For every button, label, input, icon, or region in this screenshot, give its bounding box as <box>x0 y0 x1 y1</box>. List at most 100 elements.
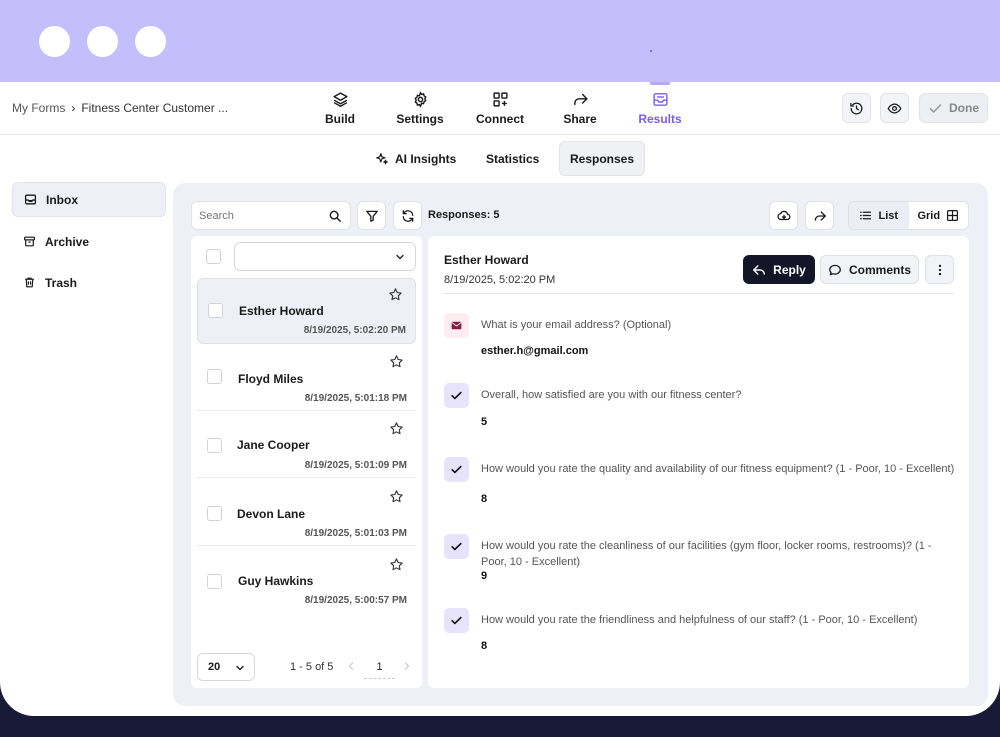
star-icon[interactable] <box>389 557 404 572</box>
star-icon[interactable] <box>389 354 404 369</box>
search-input[interactable] <box>199 209 319 222</box>
row-checkbox[interactable] <box>207 574 222 589</box>
tab-statistics-label: Statistics <box>486 151 540 166</box>
check-icon <box>451 616 462 625</box>
response-name: Floyd Miles <box>238 372 304 386</box>
comments-button[interactable]: Comments <box>820 255 919 284</box>
archive-icon <box>24 236 35 247</box>
response-date: 8/19/2025, 5:01:03 PM <box>304 528 407 539</box>
window-dot-close[interactable] <box>39 26 70 57</box>
question-text: What is your email address? (Optional) <box>481 319 672 331</box>
more-options-button[interactable] <box>925 255 954 284</box>
tab-responses-label: Responses <box>570 151 635 166</box>
list-item[interactable]: Guy Hawkins 8/19/2025, 5:00:57 PM <box>197 548 416 614</box>
detail-name: Esther Howard <box>444 253 529 267</box>
star-icon[interactable] <box>388 287 403 302</box>
view-list-button[interactable]: List <box>849 202 909 229</box>
list-item[interactable]: Devon Lane 8/19/2025, 5:01:03 PM <box>197 480 416 546</box>
history-button[interactable] <box>842 93 871 123</box>
nav-connect[interactable]: Connect <box>460 82 540 135</box>
trash-icon <box>25 277 34 288</box>
detail-date: 8/19/2025, 5:02:20 PM <box>444 274 556 286</box>
detail-divider <box>444 293 954 294</box>
view-grid-button[interactable]: Grid <box>909 202 969 229</box>
star-icon[interactable] <box>389 421 404 436</box>
nav-active-indicator <box>650 82 670 85</box>
page-size-select[interactable]: 20 <box>197 653 255 681</box>
response-date: 8/19/2025, 5:01:18 PM <box>304 393 407 404</box>
nav-settings[interactable]: Settings <box>380 82 460 135</box>
refresh-button[interactable] <box>393 201 422 230</box>
tab-statistics[interactable]: Statistics <box>475 141 550 176</box>
chevron-right-icon[interactable] <box>401 660 413 672</box>
row-checkbox[interactable] <box>207 369 222 384</box>
checkmark-icon <box>929 103 942 113</box>
question-text: Overall, how satisfied are you with our … <box>481 389 742 401</box>
nav-build[interactable]: Build <box>300 82 380 135</box>
question-text: How would you rate the quality and avail… <box>481 463 955 475</box>
done-button[interactable]: Done <box>919 93 988 123</box>
reply-label: Reply <box>773 262 806 277</box>
view-toggle: List Grid <box>848 201 969 230</box>
search-icon[interactable] <box>328 209 342 223</box>
nav-share[interactable]: Share <box>540 82 620 135</box>
results-subtabs: AI Insights Statistics Responses <box>0 141 1000 177</box>
list-item[interactable]: Floyd Miles 8/19/2025, 5:01:18 PM <box>197 345 416 411</box>
page-range: 1 - 5 of 5 <box>290 661 334 673</box>
reply-button[interactable]: Reply <box>743 255 815 284</box>
responses-count: Responses: 5 <box>428 209 500 221</box>
breadcrumb: My Forms › Fitness Center Customer ... <box>12 101 228 115</box>
row-checkbox[interactable] <box>207 438 222 453</box>
select-all-checkbox[interactable] <box>206 249 221 264</box>
breadcrumb-root[interactable]: My Forms <box>12 101 65 115</box>
forward-button[interactable] <box>805 201 834 230</box>
list-item[interactable]: Esther Howard 8/19/2025, 5:02:20 PM <box>197 278 416 344</box>
download-button[interactable] <box>769 201 798 230</box>
tab-ai-insights-label: AI Insights <box>395 151 457 166</box>
window-dot-maximize[interactable] <box>135 26 166 57</box>
breadcrumb-separator: › <box>71 101 76 115</box>
layers-icon <box>332 92 348 107</box>
inbox-icon <box>24 194 37 205</box>
grid-icon <box>947 210 959 221</box>
check-icon <box>451 465 462 474</box>
nav-settings-label: Settings <box>396 112 444 126</box>
nav-share-label: Share <box>563 112 597 126</box>
question-type-badge <box>444 383 469 408</box>
list-item[interactable]: Jane Cooper 8/19/2025, 5:01:09 PM <box>197 412 416 478</box>
sidebar-item-inbox[interactable]: Inbox <box>12 182 166 217</box>
nav-connect-label: Connect <box>476 112 524 126</box>
top-bar: My Forms › Fitness Center Customer ... B… <box>0 82 1000 135</box>
nav-build-label: Build <box>325 112 355 126</box>
refresh-icon <box>402 209 413 222</box>
page-number[interactable]: 1 <box>364 657 395 679</box>
tab-responses[interactable]: Responses <box>559 141 646 176</box>
row-checkbox[interactable] <box>208 303 223 318</box>
response-detail: Esther Howard 8/19/2025, 5:02:20 PM Repl… <box>428 236 969 688</box>
window-dot-minimize[interactable] <box>87 26 118 57</box>
response-name: Guy Hawkins <box>238 574 314 588</box>
question-type-badge <box>444 457 469 482</box>
nav-results[interactable]: Results <box>620 82 700 135</box>
view-list-label: List <box>878 209 899 222</box>
filter-icon <box>365 210 378 222</box>
comments-label: Comments <box>848 262 911 277</box>
sidebar-item-archive[interactable]: Archive <box>12 224 166 259</box>
preview-button[interactable] <box>880 93 909 123</box>
eye-icon <box>887 102 902 114</box>
tab-ai-insights[interactable]: AI Insights <box>364 141 467 176</box>
row-checkbox[interactable] <box>207 506 222 521</box>
reply-icon <box>753 264 766 275</box>
sidebar-item-trash[interactable]: Trash <box>12 265 166 300</box>
star-icon[interactable] <box>389 489 404 504</box>
filter-button[interactable] <box>357 201 386 230</box>
search-box[interactable] <box>191 201 351 230</box>
breadcrumb-current: Fitness Center Customer ... <box>81 101 229 115</box>
bulk-action-dropdown[interactable] <box>234 242 416 271</box>
check-icon <box>451 391 462 400</box>
share-arrow-icon <box>573 93 588 106</box>
chevron-left-icon[interactable] <box>345 660 357 672</box>
response-list: Esther Howard 8/19/2025, 5:02:20 PM Floy… <box>191 236 422 688</box>
sidebar-item-label: Inbox <box>46 192 78 207</box>
view-grid-label: Grid <box>917 209 941 222</box>
